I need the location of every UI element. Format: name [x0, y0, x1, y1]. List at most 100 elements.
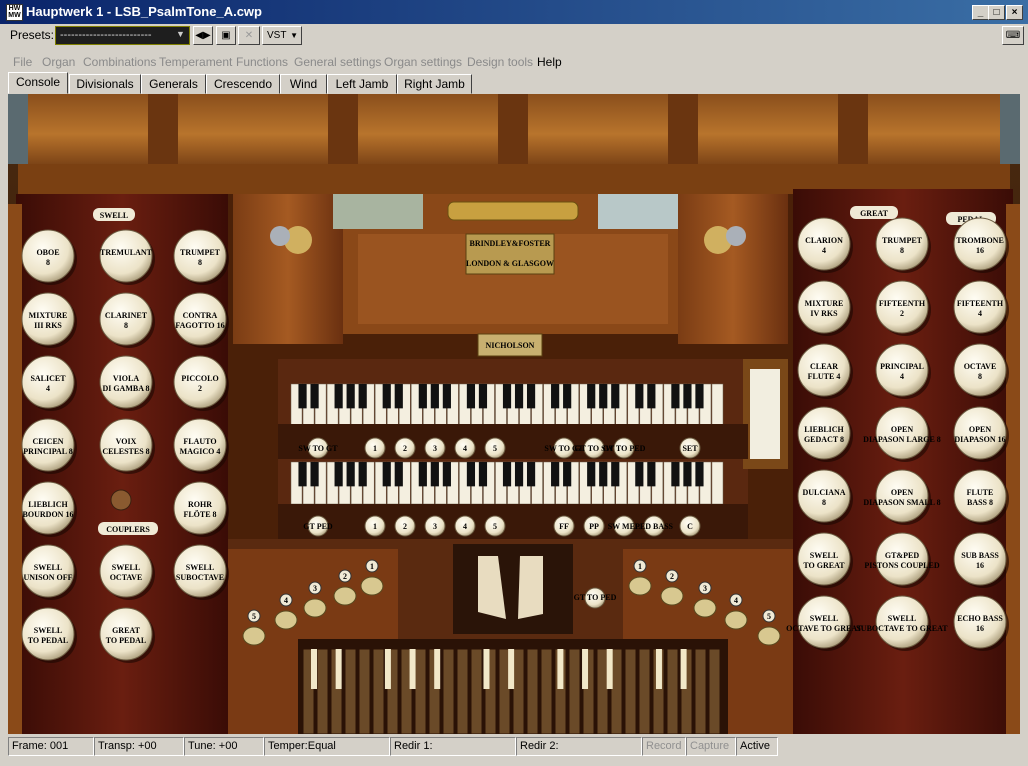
menu-functions[interactable]: Functions: [236, 55, 288, 69]
pedal-sharp[interactable]: [582, 649, 589, 689]
upper-piston-2[interactable]: 2: [394, 437, 416, 459]
vst-dropdown[interactable]: VST ▼: [262, 26, 302, 45]
pedal-key[interactable]: [456, 648, 469, 734]
sharp-key[interactable]: [551, 384, 560, 409]
sharp-key[interactable]: [587, 384, 596, 409]
tab-console[interactable]: Console: [8, 72, 68, 94]
pedal-sharp[interactable]: [434, 649, 441, 689]
pedal-key[interactable]: [512, 648, 525, 734]
pedal-key[interactable]: [596, 648, 609, 734]
sharp-key[interactable]: [334, 462, 343, 487]
pedal-key[interactable]: [540, 648, 553, 734]
maximize-button[interactable]: □: [988, 5, 1005, 20]
pedal-key[interactable]: [624, 648, 637, 734]
pedal-sharp[interactable]: [409, 649, 416, 689]
pedal-key[interactable]: [344, 648, 357, 734]
sharp-key[interactable]: [358, 384, 367, 409]
presets-dropdown[interactable]: ------------------------- ▼: [55, 26, 190, 45]
pedal-sharp[interactable]: [483, 649, 490, 689]
pedal-key[interactable]: [414, 648, 427, 734]
sharp-key[interactable]: [334, 384, 343, 409]
tab-right-jamb[interactable]: Right Jamb: [397, 74, 472, 94]
pedal-key[interactable]: [666, 648, 679, 734]
sharp-key[interactable]: [502, 462, 512, 487]
natural-key[interactable]: [711, 461, 724, 505]
pedal-sharp[interactable]: [680, 649, 687, 689]
sharp-key[interactable]: [526, 384, 536, 409]
sharp-key[interactable]: [563, 384, 572, 409]
menu-combinations[interactable]: Combinations: [83, 55, 156, 69]
sharp-key[interactable]: [358, 462, 367, 487]
upper-piston-9[interactable]: SET: [679, 437, 701, 459]
menu-help[interactable]: Help: [537, 55, 562, 69]
sharp-key[interactable]: [599, 462, 608, 487]
tab-wind[interactable]: Wind: [280, 74, 327, 94]
tab-generals[interactable]: Generals: [141, 74, 206, 94]
sharp-key[interactable]: [478, 462, 488, 487]
sharp-key[interactable]: [671, 384, 680, 409]
tab-divisionals[interactable]: Divisionals: [69, 74, 141, 94]
sharp-key[interactable]: [442, 384, 451, 409]
lower-piston-7[interactable]: PP: [583, 515, 605, 537]
pedal-key[interactable]: [638, 648, 651, 734]
app-icon[interactable]: HW MW: [6, 4, 23, 21]
tab-left-jamb[interactable]: Left Jamb: [327, 74, 397, 94]
sharp-key[interactable]: [683, 462, 692, 487]
lower-piston-3[interactable]: 3: [424, 515, 446, 537]
upper-piston-1[interactable]: 1: [364, 437, 386, 459]
lower-piston-2[interactable]: 2: [394, 515, 416, 537]
sharp-key[interactable]: [418, 462, 427, 487]
pedal-key[interactable]: [526, 648, 539, 734]
sharp-key[interactable]: [310, 462, 319, 487]
pedal-sharp[interactable]: [311, 649, 317, 689]
sharp-key[interactable]: [466, 462, 476, 487]
sharp-key[interactable]: [382, 462, 391, 487]
natural-key[interactable]: [711, 383, 724, 427]
upper-piston-5[interactable]: 5: [484, 437, 506, 459]
sharp-key[interactable]: [526, 462, 536, 487]
pedal-sharp[interactable]: [508, 649, 515, 689]
pedal-sharp[interactable]: [655, 649, 662, 689]
sharp-key[interactable]: [298, 384, 307, 409]
sharp-key[interactable]: [502, 384, 512, 409]
pedal-sharp[interactable]: [557, 649, 564, 689]
menu-temperament[interactable]: Temperament: [159, 55, 232, 69]
sharp-key[interactable]: [551, 462, 560, 487]
pedal-key[interactable]: [358, 648, 371, 734]
sharp-key[interactable]: [599, 384, 608, 409]
menu-general-settings[interactable]: General settings: [294, 55, 381, 69]
sharp-key[interactable]: [695, 462, 704, 487]
sharp-key[interactable]: [382, 384, 391, 409]
pedal-key[interactable]: [442, 648, 455, 734]
lower-piston-1[interactable]: 1: [364, 515, 386, 537]
sharp-key[interactable]: [466, 384, 476, 409]
sharp-key[interactable]: [298, 462, 307, 487]
menu-organ[interactable]: Organ: [42, 55, 75, 69]
pedal-sharp[interactable]: [335, 649, 342, 689]
keyboard-button[interactable]: ⌨: [1002, 26, 1024, 45]
sharp-key[interactable]: [514, 384, 524, 409]
menu-file[interactable]: File: [13, 55, 32, 69]
delete-preset-button[interactable]: ✕: [238, 26, 260, 45]
pedal-key[interactable]: [708, 648, 721, 734]
sharp-key[interactable]: [647, 384, 656, 409]
sharp-key[interactable]: [346, 462, 355, 487]
sharp-key[interactable]: [587, 462, 596, 487]
pedal-sharp[interactable]: [384, 649, 391, 689]
sharp-key[interactable]: [611, 462, 620, 487]
lower-piston-5[interactable]: 5: [484, 515, 506, 537]
pedal-sharp[interactable]: [606, 649, 613, 689]
upper-piston-4[interactable]: 4: [454, 437, 476, 459]
sharp-key[interactable]: [394, 384, 403, 409]
sharp-key[interactable]: [695, 384, 704, 409]
sharp-key[interactable]: [310, 384, 319, 409]
sharp-key[interactable]: [647, 462, 656, 487]
sharp-key[interactable]: [635, 462, 644, 487]
pedal-key[interactable]: [568, 648, 581, 734]
lower-piston-4[interactable]: 4: [454, 515, 476, 537]
sharp-key[interactable]: [671, 462, 680, 487]
pedal-key[interactable]: [316, 648, 329, 734]
sharp-key[interactable]: [418, 384, 427, 409]
sharp-key[interactable]: [478, 384, 488, 409]
menu-design-tools[interactable]: Design tools: [467, 55, 533, 69]
